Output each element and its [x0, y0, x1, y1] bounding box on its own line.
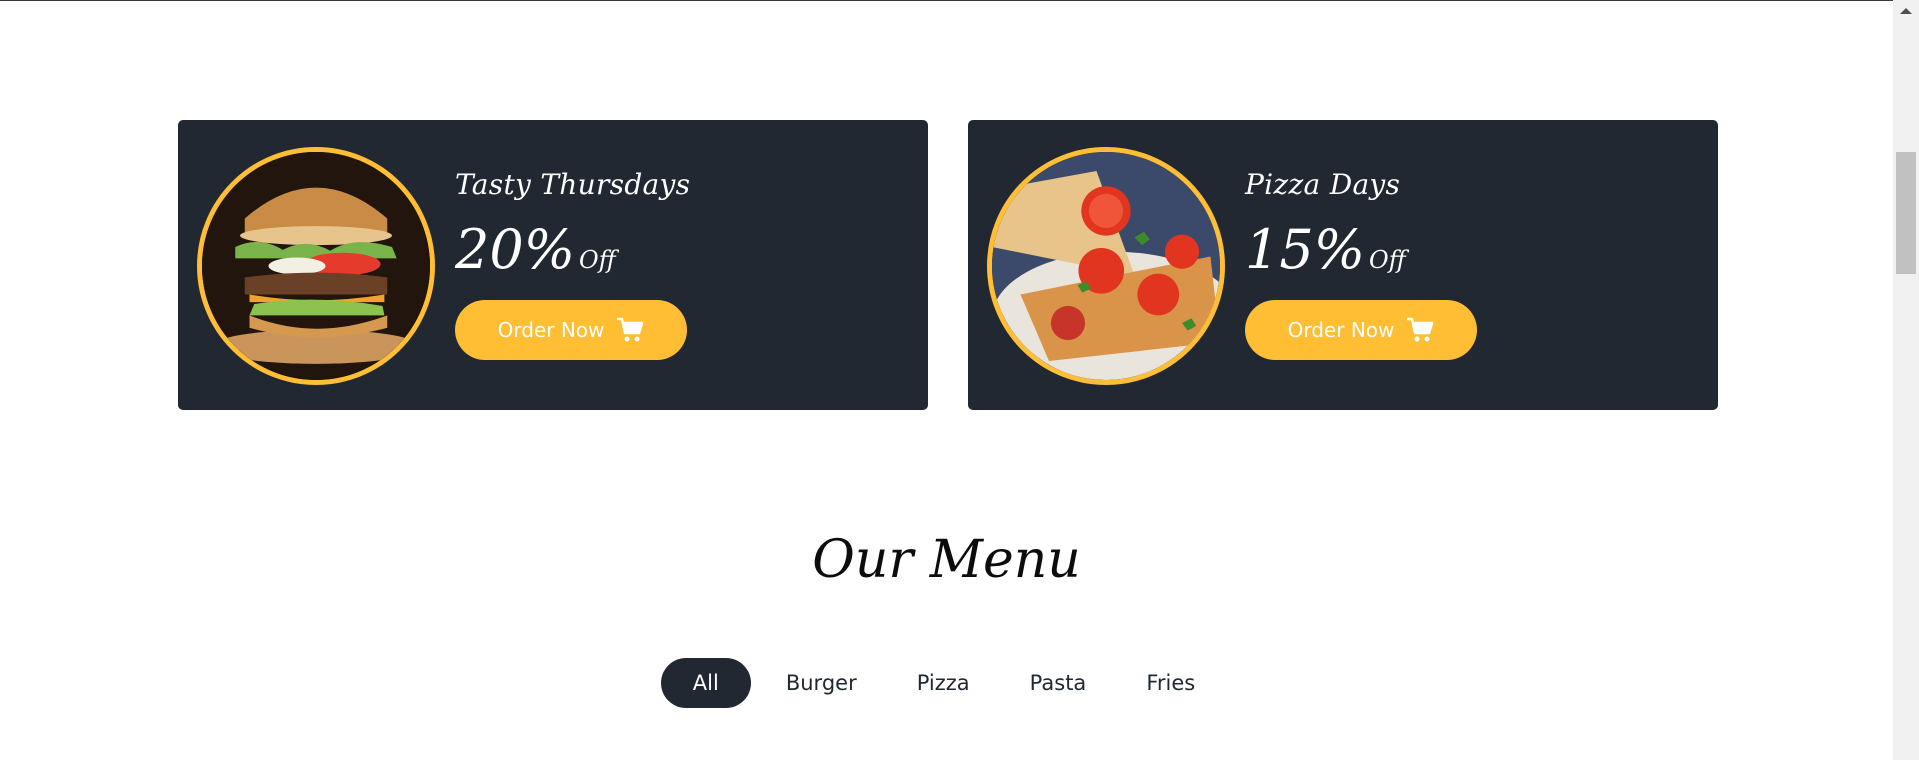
menu-filters: All Burger Pizza Pasta Fries [0, 658, 1893, 708]
offer-card-pizza-days: Pizza Days 15% Off Order Now [968, 120, 1718, 410]
filter-pizza[interactable]: Pizza [892, 658, 995, 708]
vertical-scrollbar[interactable] [1893, 0, 1919, 760]
order-now-button[interactable]: Order Now [455, 300, 687, 360]
offer-card-tasty-thursdays: Tasty Thursdays 20% Off Order Now [178, 120, 928, 410]
cart-icon [617, 317, 644, 342]
top-divider [0, 0, 1893, 1]
pizza-image [987, 147, 1225, 385]
menu-heading: Our Menu [812, 530, 1081, 590]
order-now-label: Order Now [497, 318, 605, 342]
cart-icon [1407, 317, 1434, 342]
offer-off-label: Off [1369, 246, 1406, 274]
offer-off-label: Off [579, 246, 616, 274]
offer-discount: 15% Off [1245, 220, 1406, 290]
offer-title: Pizza Days [1245, 168, 1401, 201]
offer-percent: 15% [1245, 218, 1366, 281]
offer-percent: 20% [455, 218, 576, 281]
filter-pasta[interactable]: Pasta [1005, 658, 1112, 708]
offer-title: Tasty Thursdays [455, 168, 691, 201]
filter-fries[interactable]: Fries [1121, 658, 1220, 708]
order-now-button[interactable]: Order Now [1245, 300, 1477, 360]
scroll-up-arrow-icon[interactable] [1900, 8, 1912, 14]
scroll-thumb[interactable] [1896, 152, 1916, 274]
filter-burger[interactable]: Burger [761, 658, 882, 708]
filter-all[interactable]: All [660, 658, 751, 708]
order-now-label: Order Now [1287, 318, 1395, 342]
offer-discount: 20% Off [455, 220, 616, 290]
burger-image [197, 147, 435, 385]
